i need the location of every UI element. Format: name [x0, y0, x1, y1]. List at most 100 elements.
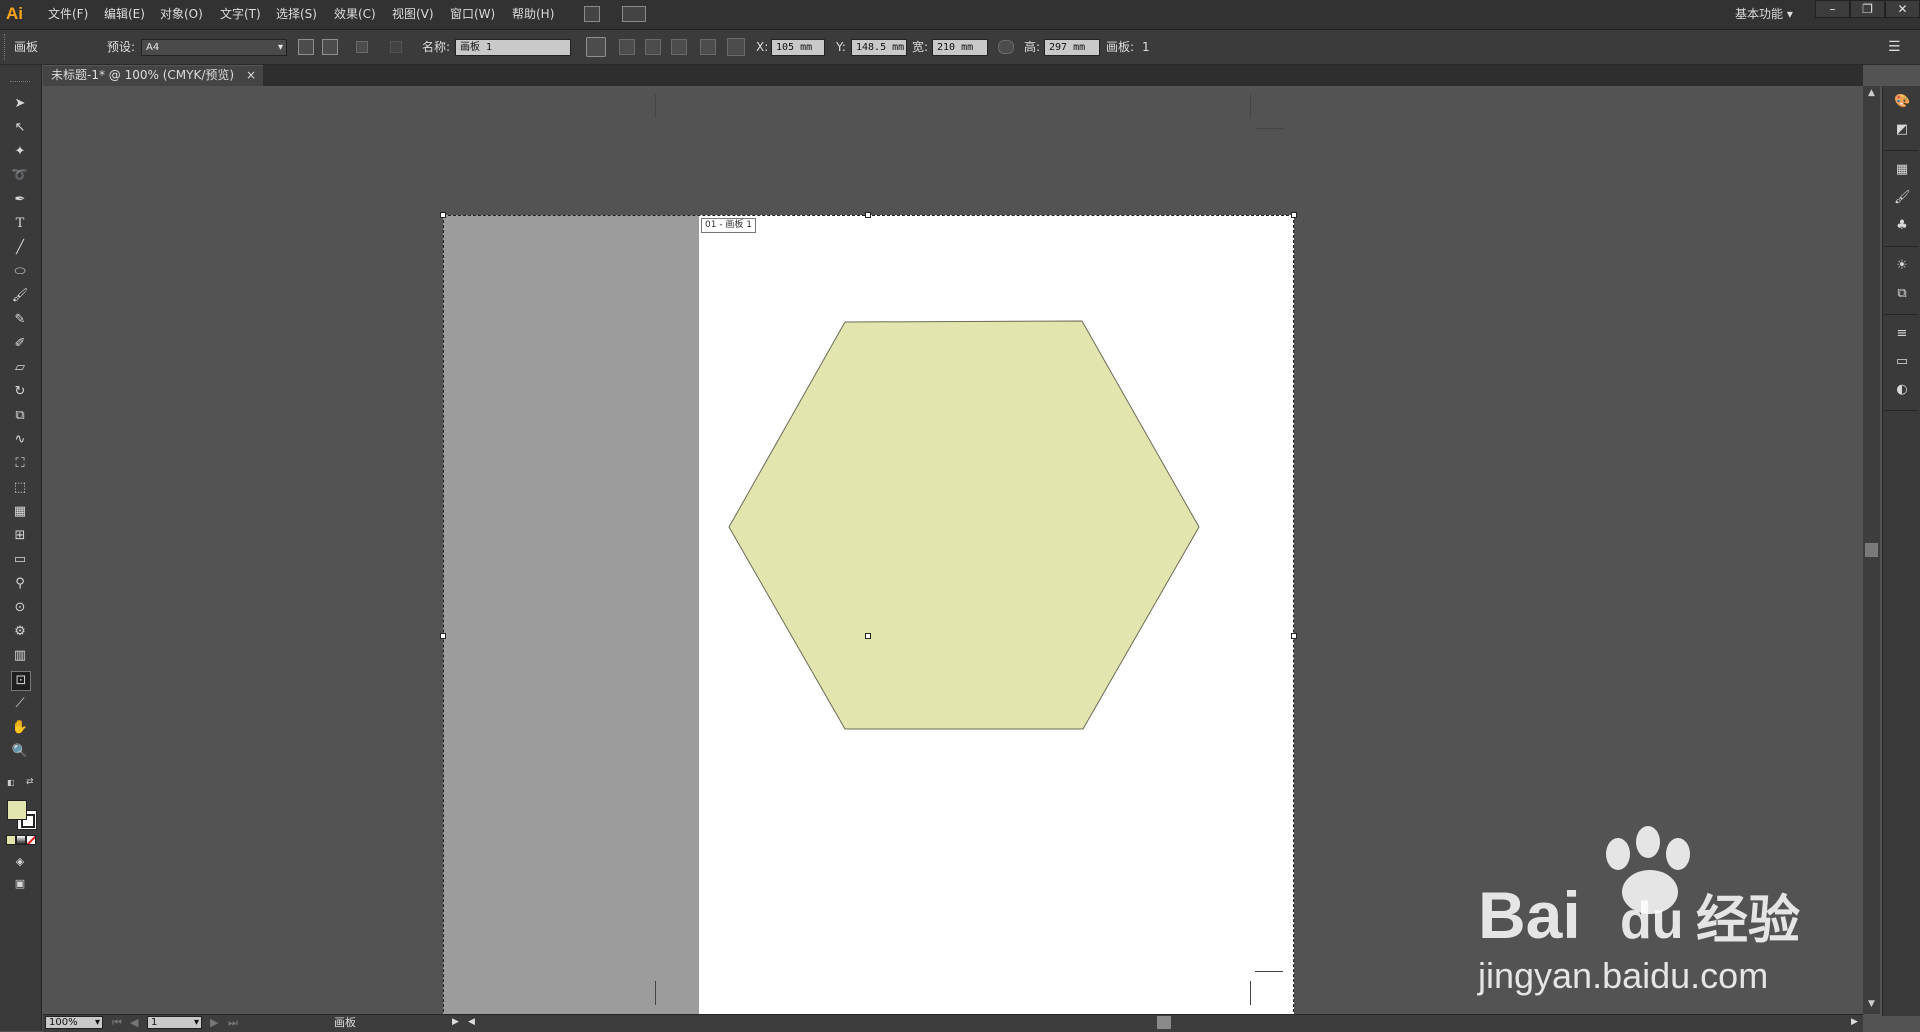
menu-edit[interactable]: 编辑(E) [102, 0, 147, 29]
menu-view[interactable]: 视图(V) [390, 0, 436, 29]
resize-handle-top[interactable] [865, 212, 871, 218]
arrange-documents-icon[interactable] [622, 6, 646, 22]
previous-artboard-icon[interactable]: ◀ [130, 1014, 138, 1031]
color-guide-icon[interactable]: ◩ [1894, 122, 1910, 138]
width-input[interactable]: 210 mm [932, 39, 988, 56]
scroll-right-icon[interactable]: ▶ [1851, 1014, 1858, 1031]
warp-tool-icon[interactable]: ∿ [11, 431, 29, 449]
stroke-panel-icon[interactable]: ☀ [1894, 258, 1910, 274]
gradient-mode-button[interactable] [16, 835, 26, 845]
selection-tool-icon[interactable]: ➤ [11, 95, 29, 113]
menu-select[interactable]: 选择(S) [274, 0, 319, 29]
swatches-panel-icon[interactable]: ▦ [1894, 162, 1910, 178]
panel-menu-icon[interactable]: ☰ [1888, 30, 1901, 64]
height-input[interactable]: 297 mm [1044, 39, 1100, 56]
paintbrush-tool-icon[interactable]: 🖌 [11, 287, 29, 305]
workspace-switcher[interactable]: 基本功能 ▾ [1735, 0, 1793, 29]
center-point-handle[interactable] [865, 633, 871, 639]
symbol-sprayer-tool-icon[interactable]: ⚙ [11, 623, 29, 641]
document-tab[interactable]: 未标题-1* @ 100% (CMYK/预览) × [43, 65, 263, 86]
reference-point-icon[interactable] [727, 38, 745, 56]
rotate-tool-icon[interactable]: ↻ [11, 383, 29, 401]
x-input[interactable]: 105 mm [771, 39, 825, 56]
resize-handle-left[interactable] [440, 633, 446, 639]
menu-type[interactable]: 文字(T) [218, 0, 263, 29]
magic-wand-tool-icon[interactable]: ✦ [11, 143, 29, 161]
y-input[interactable]: 148.5 mm [851, 39, 907, 56]
eraser-tool-icon[interactable]: ▱ [11, 359, 29, 377]
status-menu-arrow-icon[interactable]: ▶ [452, 1014, 459, 1031]
slice-tool-icon[interactable]: ⟋ [11, 695, 29, 713]
none-mode-button[interactable] [26, 835, 36, 845]
blob-brush-tool-icon[interactable]: ✐ [11, 335, 29, 353]
screen-mode-icon[interactable]: ▣ [11, 875, 29, 893]
constrain-proportions-icon[interactable] [998, 40, 1014, 54]
gradient-panel-icon[interactable]: ▭ [1894, 354, 1910, 370]
menu-effect[interactable]: 效果(C) [332, 0, 378, 29]
resize-handle-right[interactable] [1291, 633, 1297, 639]
scroll-down-icon[interactable]: ▼ [1866, 999, 1877, 1010]
hand-tool-icon[interactable]: ✋ [11, 719, 29, 737]
vertical-scroll-thumb[interactable] [1865, 543, 1878, 557]
next-artboard-icon[interactable]: ▶ [210, 1014, 218, 1031]
blend-tool-icon[interactable]: ⊙ [11, 599, 29, 617]
line-segment-tool-icon[interactable]: ╱ [11, 239, 29, 257]
tab-close-icon[interactable]: × [246, 66, 256, 85]
artboard-options-icon[interactable] [700, 39, 716, 55]
artboard-name-input[interactable]: 画板 1 [455, 39, 571, 56]
symbols-panel-icon[interactable]: ♣ [1894, 218, 1910, 234]
scroll-up-icon[interactable]: ▲ [1866, 88, 1877, 99]
menu-file[interactable]: 文件(F) [46, 0, 90, 29]
show-safe-areas-icon[interactable] [671, 39, 687, 55]
brushes-panel-icon[interactable]: 🖌 [1894, 190, 1911, 206]
first-artboard-icon[interactable]: ⏮ [112, 1014, 122, 1031]
portrait-icon[interactable] [298, 39, 314, 55]
default-colors-icon[interactable]: ◧ [7, 778, 15, 787]
minimize-button[interactable]: – [1815, 0, 1850, 18]
transparency-panel-icon[interactable]: ◐ [1894, 382, 1910, 398]
pen-tool-icon[interactable]: ✒ [11, 191, 29, 209]
scroll-left-icon[interactable]: ◀ [468, 1014, 475, 1031]
preset-select[interactable]: A4 ▾ [141, 39, 287, 56]
eyedropper-tool-icon[interactable]: ⚲ [11, 575, 29, 593]
column-graph-tool-icon[interactable]: ▥ [11, 647, 29, 665]
color-panel-icon[interactable]: 🎨 [1894, 94, 1910, 110]
zoom-tool-icon[interactable]: 🔍 [11, 743, 29, 761]
horizontal-scroll-thumb[interactable] [1157, 1016, 1171, 1029]
last-artboard-icon[interactable]: ⏭ [228, 1014, 238, 1031]
scale-tool-icon[interactable]: ⧉ [11, 407, 29, 425]
shape-builder-tool-icon[interactable]: ⬚ [11, 479, 29, 497]
landscape-icon[interactable] [322, 39, 338, 55]
resize-handle-top-right[interactable] [1291, 212, 1297, 218]
drawing-mode-icon[interactable]: ◈ [11, 853, 29, 871]
fill-color-swatch[interactable] [7, 800, 27, 820]
color-mode-button[interactable] [6, 835, 16, 845]
graphic-styles-icon[interactable]: ⧉ [1894, 286, 1910, 302]
show-center-mark-icon[interactable] [619, 39, 635, 55]
toolbar-grip[interactable] [10, 81, 30, 84]
menu-help[interactable]: 帮助(H) [510, 0, 556, 29]
perspective-grid-tool-icon[interactable]: ▦ [11, 503, 29, 521]
resize-handle-top-left[interactable] [440, 212, 446, 218]
close-button[interactable]: ✕ [1885, 0, 1920, 18]
gradient-tool-icon[interactable]: ▭ [11, 551, 29, 569]
layers-panel-icon[interactable]: ≡ [1894, 326, 1910, 342]
swap-colors-icon[interactable]: ⇄ [26, 777, 36, 787]
restore-button[interactable]: ❐ [1850, 0, 1885, 18]
menu-object[interactable]: 对象(O) [158, 0, 205, 29]
zoom-level-select[interactable]: 100% ▾ [45, 1016, 103, 1029]
menu-window[interactable]: 窗口(W) [448, 0, 497, 29]
delete-artboard-icon[interactable] [390, 41, 402, 53]
new-artboard-icon[interactable] [356, 41, 368, 53]
pencil-tool-icon[interactable]: ✎ [11, 311, 29, 329]
lasso-tool-icon[interactable]: ➰ [11, 167, 29, 185]
show-cross-hairs-icon[interactable] [645, 39, 661, 55]
mesh-tool-icon[interactable]: ⊞ [11, 527, 29, 545]
free-transform-tool-icon[interactable]: ⛶ [11, 455, 29, 473]
grip-handle[interactable] [4, 34, 7, 60]
bridge-icon[interactable] [584, 6, 600, 22]
direct-selection-tool-icon[interactable]: ↖ [11, 119, 29, 137]
ellipse-tool-icon[interactable]: ⬭ [11, 263, 29, 281]
type-tool-icon[interactable]: T [11, 215, 29, 233]
move-copy-artwork-icon[interactable] [586, 37, 606, 57]
